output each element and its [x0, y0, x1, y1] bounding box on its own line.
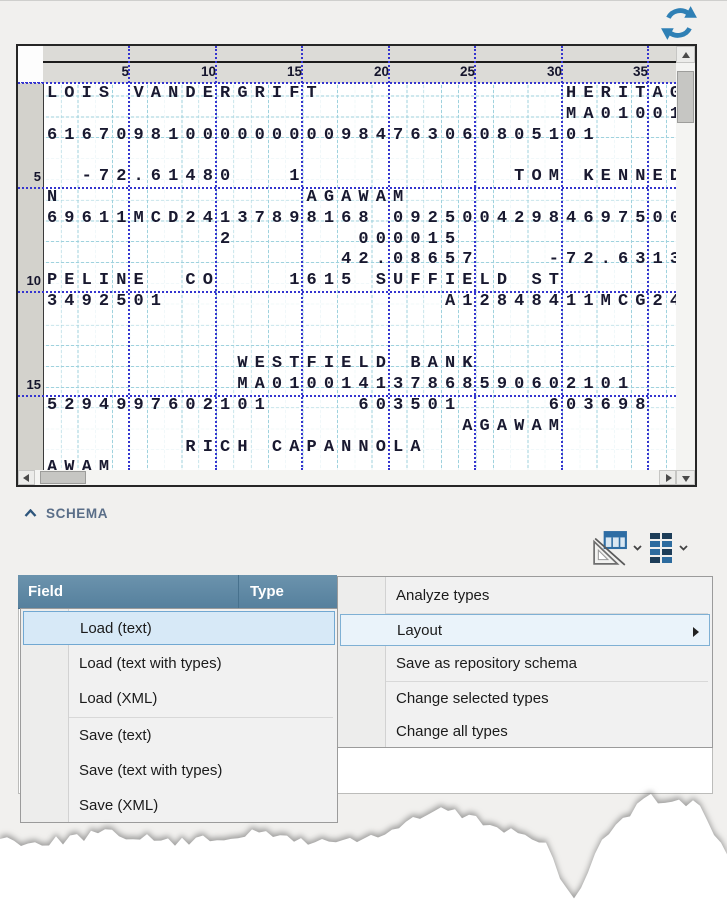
schema-section-toggle[interactable]: SCHEMA: [24, 503, 108, 523]
column-guide-line: [128, 46, 130, 470]
schema-context-menu: Analyze types Layout Save as repository …: [337, 576, 713, 748]
data-row: 69611MCD24137898168 09250042984697500: [44, 208, 676, 229]
ruler-tick: 25: [433, 64, 475, 79]
down-arrow-icon: [682, 476, 690, 482]
data-row: 2 000015: [44, 229, 676, 250]
column-guide-line: [388, 46, 390, 470]
vertical-scrollbar[interactable]: [676, 46, 695, 470]
vertical-scroll-thumb[interactable]: [677, 71, 694, 123]
schema-table-header: Field Type: [18, 575, 337, 609]
ruler-tick: 15: [260, 64, 302, 79]
ruler-tick: 30: [520, 64, 562, 79]
menu-item-change-selected-types[interactable]: Change selected types: [340, 682, 710, 715]
row-guide-line: [18, 82, 676, 84]
data-row: LOIS VANDERGRIFT HERITAG: [44, 83, 676, 104]
layout-tool-button[interactable]: [592, 528, 642, 568]
data-row: 3492501 A12848411MCG24: [44, 291, 676, 312]
column-guide-line: [474, 46, 476, 470]
data-row: MA01001: [44, 104, 676, 125]
columns-grid-icon: [648, 532, 674, 564]
ruler-tick: 5: [87, 64, 129, 79]
data-row: AGAWAM: [44, 416, 676, 437]
ruler-tick: 20: [347, 64, 389, 79]
field-column-header[interactable]: Field: [28, 575, 239, 608]
row-label: 15: [19, 374, 41, 395]
row-label: 10: [19, 270, 41, 291]
up-arrow-icon: [682, 52, 690, 58]
data-row: -72.61480 1 TOM KENNED: [44, 166, 676, 187]
data-row: [44, 145, 676, 166]
ruler-tick: 10: [174, 64, 216, 79]
menu-item-save-as-repository-schema[interactable]: Save as repository schema: [340, 647, 710, 681]
columns-tool-button[interactable]: [648, 528, 688, 568]
type-column-header[interactable]: Type: [250, 575, 330, 608]
row-number-gutter: 5 10 15: [18, 83, 44, 470]
menu-item-load-text[interactable]: Load (text): [23, 611, 335, 645]
row-guide-line: [18, 395, 676, 397]
column-guide-line: [301, 46, 303, 470]
data-row: 42.08657 -72.6313: [44, 249, 676, 270]
scroll-left-button[interactable]: [18, 470, 35, 485]
schema-section-label: SCHEMA: [46, 506, 108, 521]
grid-header-bar: [43, 46, 676, 63]
data-row: N AGAWAM: [44, 187, 676, 208]
ruler-tick: 35: [606, 64, 648, 79]
scroll-up-button[interactable]: [676, 46, 695, 63]
menu-item-load-xml[interactable]: Load (XML): [23, 681, 335, 716]
data-row: MA010014137868590602101: [44, 374, 676, 395]
data-row: AWAM: [44, 457, 676, 470]
grid-corner-cell[interactable]: [18, 46, 43, 84]
text-data-grid[interactable]: LOIS VANDERGRIFT HERITAG MA01001 6167098…: [44, 83, 676, 470]
column-ruler: 5 10 15 20 25 30 35: [43, 63, 676, 83]
refresh-button[interactable]: [660, 4, 698, 42]
data-row: PELINE CO 1615 SUFFIELD ST: [44, 270, 676, 291]
chevron-down-icon: [633, 545, 642, 551]
left-arrow-icon: [23, 474, 29, 482]
horizontal-scrollbar[interactable]: [18, 470, 676, 485]
right-arrow-icon: [666, 474, 672, 482]
data-row: WESTFIELD BANK: [44, 353, 676, 374]
torn-edge-decoration: [0, 756, 727, 916]
menu-item-save-text[interactable]: Save (text): [23, 718, 335, 753]
data-row: 61670981000000000984763060805101: [44, 125, 676, 146]
scroll-down-button[interactable]: [676, 470, 695, 485]
row-guide-line: [18, 187, 676, 189]
menu-item-analyze-types[interactable]: Analyze types: [340, 579, 710, 612]
layout-ruler-icon: [592, 530, 628, 566]
menu-item-change-all-types[interactable]: Change all types: [340, 715, 710, 748]
refresh-sync-icon: [660, 4, 698, 42]
data-row: [44, 312, 676, 333]
submenu-arrow-icon: [693, 627, 699, 637]
data-row: [44, 333, 676, 354]
application-window: 5 10 15 20 25 30 35 5 10 15 LOIS VANDERG…: [0, 0, 727, 916]
data-row: RICH CAPANNOLA: [44, 437, 676, 458]
menu-item-layout[interactable]: Layout: [340, 614, 710, 646]
horizontal-scroll-thumb[interactable]: [40, 471, 86, 484]
menu-item-label: Layout: [397, 622, 442, 639]
column-guide-line: [561, 46, 563, 470]
scroll-right-button[interactable]: [659, 470, 676, 485]
column-guide-line: [647, 46, 649, 470]
menu-item-load-text-with-types[interactable]: Load (text with types): [23, 646, 335, 681]
chevron-up-icon: [24, 509, 37, 518]
data-preview-panel: 5 10 15 20 25 30 35 5 10 15 LOIS VANDERG…: [16, 44, 697, 487]
chevron-down-icon: [679, 545, 688, 551]
row-label: 5: [19, 166, 41, 187]
row-guide-line: [18, 291, 676, 293]
column-guide-line: [215, 46, 217, 470]
data-row: 5294997602101 603501 603698: [44, 395, 676, 416]
